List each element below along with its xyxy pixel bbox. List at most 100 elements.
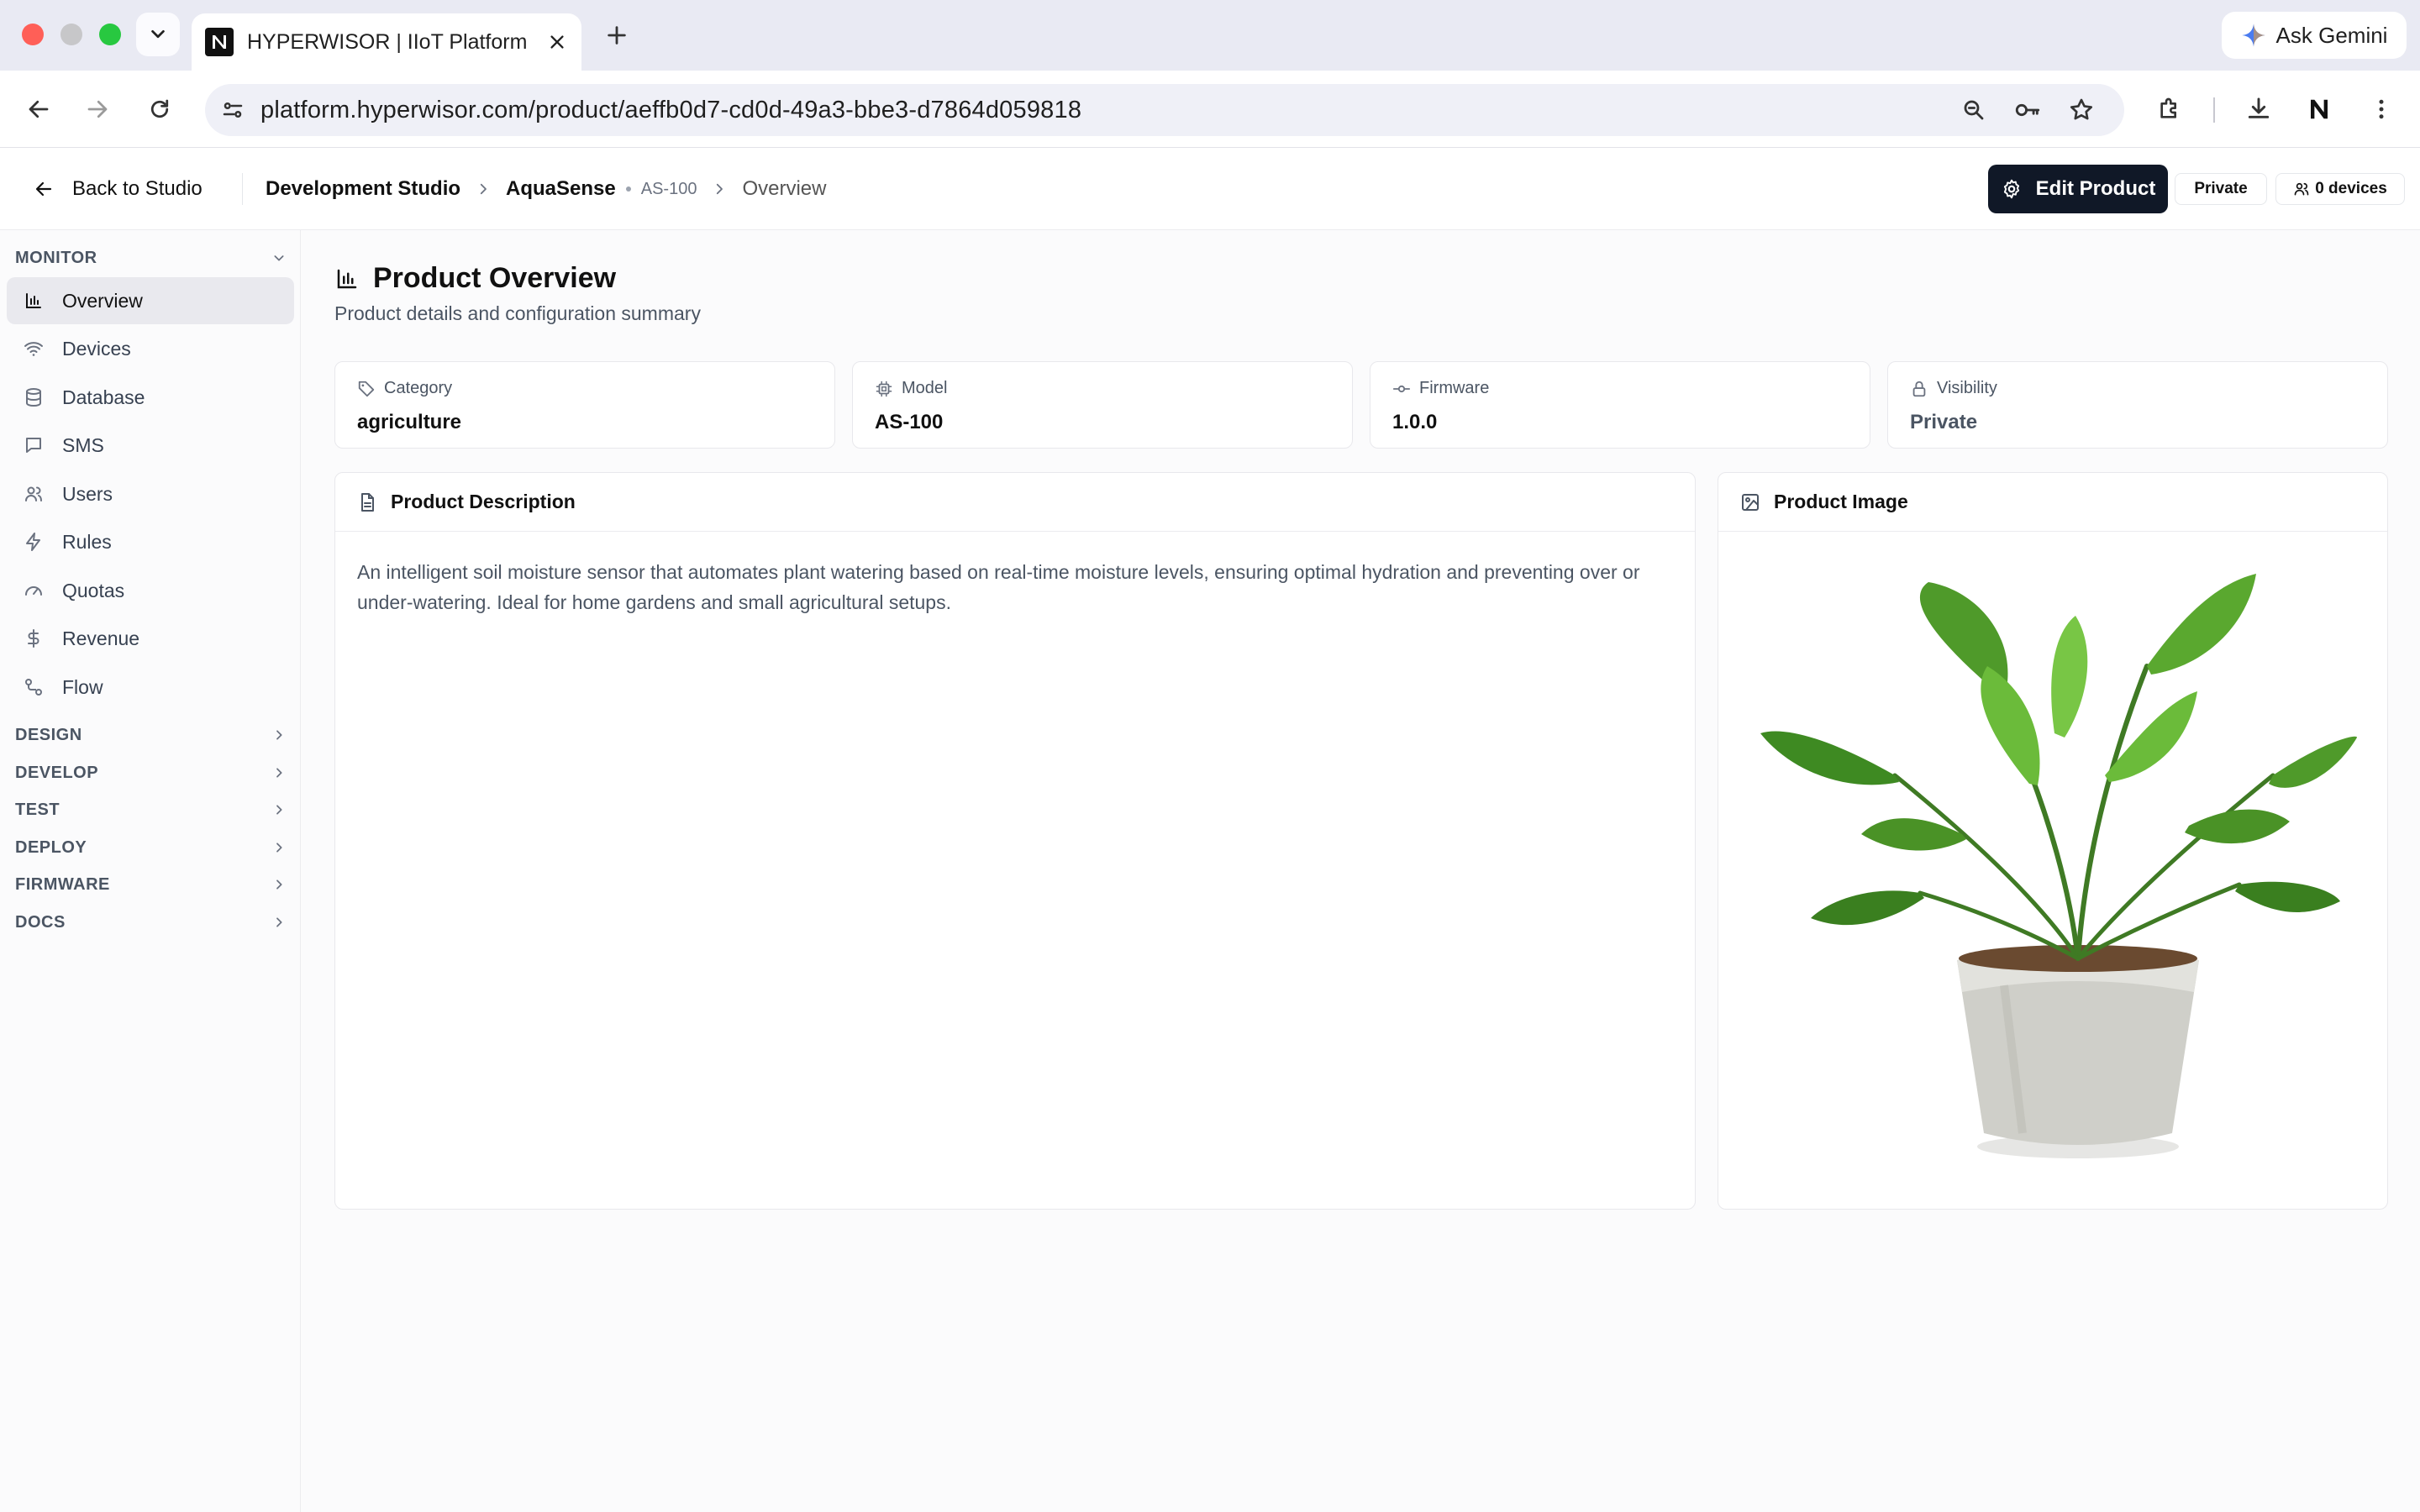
commit-icon [1392, 385, 1411, 392]
reload-button[interactable] [139, 89, 180, 129]
ask-gemini-button[interactable]: Ask Gemini [2222, 12, 2407, 59]
header-divider [242, 173, 243, 205]
chip-icon [876, 381, 892, 396]
card-label-text: Visibility [1937, 379, 1997, 397]
browser-toolbar: platform.hyperwisor.com/product/aeffb0d7… [0, 71, 2420, 148]
section-label: DEVELOP [15, 763, 99, 782]
edit-product-button[interactable]: Edit Product [1988, 165, 2168, 213]
back-to-studio-link[interactable]: Back to Studio [34, 148, 203, 230]
sidebar-item-revenue[interactable]: Revenue [7, 615, 294, 662]
address-bar[interactable]: platform.hyperwisor.com/product/aeffb0d7… [205, 84, 2124, 136]
bar-chart-icon [337, 269, 357, 288]
file-text-icon [361, 492, 374, 512]
sidebar-item-flow[interactable]: Flow [7, 664, 294, 711]
wifi-icon [22, 337, 45, 360]
breadcrumb-page: Overview [742, 177, 827, 200]
model-card: Model AS-100 [852, 361, 1353, 449]
devices-badge: 0 devices [2275, 173, 2405, 205]
devices-badge-label: 0 devices [2315, 180, 2387, 197]
reload-icon [150, 99, 169, 118]
sidebar-item-database[interactable]: Database [7, 374, 294, 421]
close-tab-icon[interactable] [548, 33, 566, 51]
sidebar-section-develop[interactable]: DEVELOP [15, 760, 286, 785]
sidebar-section-monitor[interactable]: MONITOR [15, 245, 286, 270]
hyperwisor-favicon [205, 28, 234, 56]
sidebar-section-docs[interactable]: DOCS [15, 910, 286, 935]
breadcrumb: Development Studio AquaSense AS-100 Over… [266, 148, 827, 230]
flow-icon [22, 675, 45, 699]
breadcrumb-product[interactable]: AquaSense [506, 177, 616, 201]
sidebar-item-label: Rules [62, 530, 112, 553]
forward-nav-button[interactable] [77, 89, 118, 129]
lock-icon [1912, 381, 1926, 396]
chevron-down-icon [151, 29, 165, 39]
downloads-button[interactable] [2238, 89, 2279, 129]
minimize-window-button[interactable] [60, 24, 82, 45]
visibility-label: Visibility [1910, 379, 1997, 398]
gauge-icon [22, 579, 45, 602]
bar-chart-icon [22, 289, 45, 312]
potted-plant-image [1760, 574, 2357, 1158]
zap-icon [22, 530, 45, 554]
message-icon [22, 433, 45, 457]
sidebar-item-rules[interactable]: Rules [7, 518, 294, 565]
sidebar-item-sms[interactable]: SMS [7, 422, 294, 469]
extensions-button[interactable] [2149, 89, 2190, 129]
arrow-left-icon [35, 181, 52, 197]
section-label: TEST [15, 800, 60, 819]
category-value: agriculture [357, 411, 462, 433]
chevron-right-icon [276, 843, 282, 853]
download-icon [2248, 97, 2270, 118]
breadcrumb-studio[interactable]: Development Studio [266, 177, 460, 201]
bookmark-star-icon[interactable] [2067, 96, 2096, 124]
new-tab-button[interactable] [600, 18, 634, 52]
tab-strip: HYPERWISOR | IIoT Platform Ask Gemini [0, 0, 2420, 71]
sidebar-section-firmware[interactable]: FIRMWARE [15, 872, 286, 897]
sidebar-item-overview[interactable]: Overview [7, 277, 294, 324]
product-description-title: Product Description [391, 491, 576, 512]
section-label: DESIGN [15, 725, 82, 744]
sidebar-item-devices[interactable]: Devices [7, 325, 294, 372]
gear-icon [2003, 179, 2019, 199]
chevron-right-icon [717, 183, 723, 195]
url-text[interactable]: platform.hyperwisor.com/product/aeffb0d7… [260, 97, 1081, 124]
product-image-title: Product Image [1774, 491, 1908, 512]
sidebar-item-label: Users [62, 482, 113, 505]
site-settings-icon[interactable] [220, 97, 245, 123]
breadcrumb-dot [625, 186, 631, 192]
sidebar-item-label: Database [62, 386, 145, 408]
browser-menu-button[interactable] [2361, 89, 2402, 129]
visibility-card: Visibility Private [1887, 361, 2388, 449]
model-label: Model [875, 379, 947, 398]
browser-tab[interactable]: HYPERWISOR | IIoT Platform [192, 13, 581, 71]
firmware-label: Firmware [1392, 379, 1489, 398]
card-label-text: Category [384, 379, 453, 397]
app-header: Back to Studio Development Studio AquaSe… [0, 148, 2420, 230]
visibility-badge-label: Private [2194, 180, 2248, 197]
toolbar-divider [2213, 97, 2215, 123]
chevron-right-icon [276, 917, 282, 927]
back-nav-button[interactable] [18, 89, 59, 129]
tag-icon [358, 381, 375, 396]
sidebar-item-label: Devices [62, 337, 131, 360]
close-window-button[interactable] [22, 24, 44, 45]
maximize-window-button[interactable] [99, 24, 121, 45]
visibility-badge: Private [2175, 173, 2267, 205]
main-content: Product Overview Product details and con… [301, 230, 2420, 1512]
product-image-panel: Product Image [1718, 472, 2388, 1210]
zoom-icon[interactable] [1960, 96, 1988, 124]
tab-search-button[interactable] [136, 13, 180, 56]
section-label: FIRMWARE [15, 874, 110, 894]
sidebar-item-quotas[interactable]: Quotas [7, 567, 294, 614]
profile-extension-button[interactable] [2299, 89, 2339, 129]
sidebar-item-users[interactable]: Users [7, 470, 294, 517]
password-key-icon[interactable] [2013, 96, 2042, 124]
sidebar-section-deploy[interactable]: DEPLOY [15, 835, 286, 860]
card-label-text: Model [902, 379, 948, 397]
page-subtitle: Product details and configuration summar… [334, 302, 701, 324]
sidebar-section-design[interactable]: DESIGN [15, 722, 286, 748]
chevron-right-icon [276, 805, 282, 815]
card-label-text: Firmware [1419, 379, 1490, 397]
sidebar-section-test[interactable]: TEST [15, 797, 286, 822]
sidebar-item-label: Overview [62, 289, 143, 312]
